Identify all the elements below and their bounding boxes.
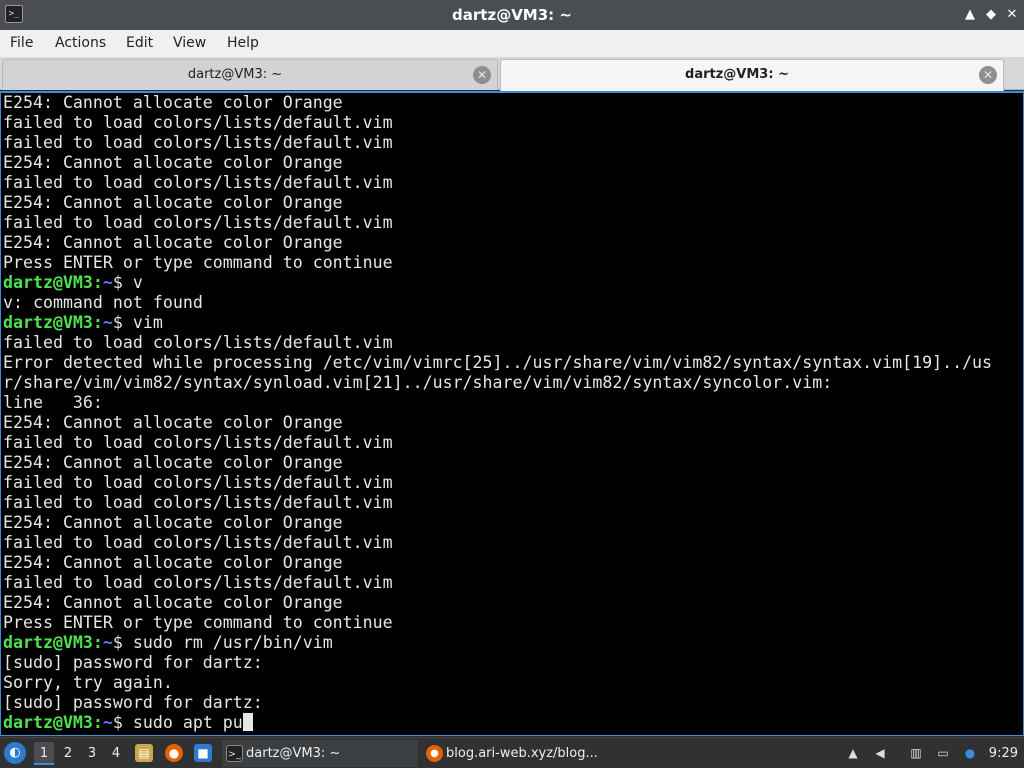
output-line: failed to load colors/lists/default.vim — [3, 173, 393, 192]
volume-icon[interactable]: ◀ — [872, 745, 888, 761]
terminal-icon: >_ — [226, 745, 243, 762]
output-line: E254: Cannot allocate color Orange — [3, 413, 343, 432]
network-icon[interactable]: ▭ — [935, 745, 951, 761]
prompt-line: dartz@VM3:~$ v — [3, 273, 1003, 293]
terminal-view[interactable]: E254: Cannot allocate color Orange failed… — [0, 91, 1024, 736]
prompt-user-host: dartz@VM3: — [3, 313, 103, 332]
menu-edit[interactable]: Edit — [126, 30, 153, 56]
output-line: failed to load colors/lists/default.vim — [3, 573, 393, 592]
tab-terminal-1[interactable]: dartz@VM3: ~ ✕ — [2, 59, 498, 90]
output-line: failed to load colors/lists/default.vim — [3, 213, 393, 232]
output-line: failed to load colors/lists/default.vim — [3, 433, 393, 452]
maximize-button[interactable]: ◆ — [983, 7, 999, 23]
output-line: v: command not found — [3, 293, 203, 312]
output-line: failed to load colors/lists/default.vim — [3, 133, 393, 152]
output-line: Press ENTER or type command to continue — [3, 253, 393, 272]
title-bar: >_ dartz@VM3: ~ ▲ ◆ ✕ — [0, 0, 1024, 30]
task-firefox[interactable]: ● blog.ari-web.xyz/blog... — [422, 740, 632, 767]
output-line: [sudo] password for dartz: — [3, 653, 263, 672]
terminal-cursor — [242, 713, 253, 731]
output-line: Sorry, try again. — [3, 673, 173, 692]
output-line: failed to load colors/lists/default.vim — [3, 333, 393, 352]
output-line: failed to load colors/lists/default.vim — [3, 493, 393, 512]
taskbar: ◐ 1 2 3 4 ▤ ● ■ >_ dartz@VM3: ~ ● blog.a… — [0, 737, 1024, 768]
prompt-path: ~ — [102, 273, 113, 292]
desktop-icon[interactable]: ■ — [194, 744, 212, 762]
tab-label: dartz@VM3: ~ — [187, 67, 283, 82]
prompt-user-host: dartz@VM3: — [3, 713, 103, 732]
output-line: Error detected while processing /etc/vim… — [3, 353, 993, 372]
output-line: [sudo] password for dartz: — [3, 693, 263, 712]
close-tab-icon[interactable]: ✕ — [473, 66, 491, 84]
terminal-output: E254: Cannot allocate color Orange failed… — [3, 93, 1003, 733]
output-line: Press ENTER or type command to continue — [3, 613, 393, 632]
clock[interactable]: 9:29 — [989, 738, 1018, 768]
output-line: E254: Cannot allocate color Orange — [3, 513, 343, 532]
prompt-user-host: dartz@VM3: — [3, 633, 103, 652]
prompt-line: dartz@VM3:~$ sudo apt pu — [3, 713, 1003, 733]
workspace-4[interactable]: 4 — [106, 742, 126, 765]
output-line: failed to load colors/lists/default.vim — [3, 533, 393, 552]
prompt-line: dartz@VM3:~$ sudo rm /usr/bin/vim — [3, 633, 1003, 653]
tab-terminal-2[interactable]: dartz@VM3: ~ ✕ — [500, 59, 1004, 91]
prompt-command: $ v — [112, 273, 143, 292]
menu-help[interactable]: Help — [227, 30, 259, 56]
update-icon[interactable]: ▲ — [845, 745, 861, 761]
prompt-user-host: dartz@VM3: — [3, 273, 103, 292]
menu-actions[interactable]: Actions — [55, 30, 106, 56]
output-line: E254: Cannot allocate color Orange — [3, 193, 343, 212]
prompt-command: $ vim — [112, 313, 163, 332]
window-title: dartz@VM3: ~ — [452, 6, 572, 24]
prompt-line: dartz@VM3:~$ vim — [3, 313, 1003, 333]
tab-label: dartz@VM3: ~ — [685, 67, 789, 82]
output-line: E254: Cannot allocate color Orange — [3, 593, 343, 612]
output-line: E254: Cannot allocate color Orange — [3, 153, 343, 172]
output-line: E254: Cannot allocate color Orange — [3, 233, 343, 252]
prompt-path: ~ — [102, 713, 113, 732]
clipboard-icon[interactable]: ▥ — [908, 745, 924, 761]
menu-file[interactable]: File — [10, 30, 33, 56]
file-manager-icon[interactable]: ▤ — [135, 744, 153, 762]
firefox-icon: ● — [426, 745, 443, 762]
firefox-icon[interactable]: ● — [165, 744, 183, 762]
prompt-path: ~ — [102, 313, 113, 332]
task-terminal[interactable]: >_ dartz@VM3: ~ — [222, 740, 418, 767]
workspace-1[interactable]: 1 — [34, 742, 54, 765]
prompt-command: $ sudo rm /usr/bin/vim — [112, 633, 333, 652]
workspace-3[interactable]: 3 — [82, 742, 102, 765]
task-label: blog.ari-web.xyz/blog... — [446, 746, 598, 761]
menu-bar: File Actions Edit View Help — [0, 30, 1024, 57]
close-tab-icon[interactable]: ✕ — [979, 66, 997, 84]
output-line: E254: Cannot allocate color Orange — [3, 453, 343, 472]
minimize-button[interactable]: ▲ — [962, 7, 978, 23]
close-button[interactable]: ✕ — [1004, 7, 1020, 23]
output-line: line 36: — [3, 393, 103, 412]
menu-view[interactable]: View — [173, 30, 206, 56]
start-menu-icon[interactable]: ◐ — [4, 742, 26, 764]
output-line: E254: Cannot allocate color Orange — [3, 93, 343, 112]
output-line: E254: Cannot allocate color Orange — [3, 553, 343, 572]
notification-icon[interactable]: ● — [962, 745, 978, 761]
tab-bar: dartz@VM3: ~ ✕ dartz@VM3: ~ ✕ — [0, 57, 1024, 91]
output-line: failed to load colors/lists/default.vim — [3, 113, 393, 132]
task-label: dartz@VM3: ~ — [246, 746, 341, 761]
prompt-command: $ sudo apt pu — [112, 713, 243, 732]
workspace-2[interactable]: 2 — [58, 742, 78, 765]
output-line: r/share/vim/vim82/syntax/synload.vim[21]… — [3, 373, 833, 392]
prompt-path: ~ — [102, 633, 113, 652]
output-line: failed to load colors/lists/default.vim — [3, 473, 393, 492]
